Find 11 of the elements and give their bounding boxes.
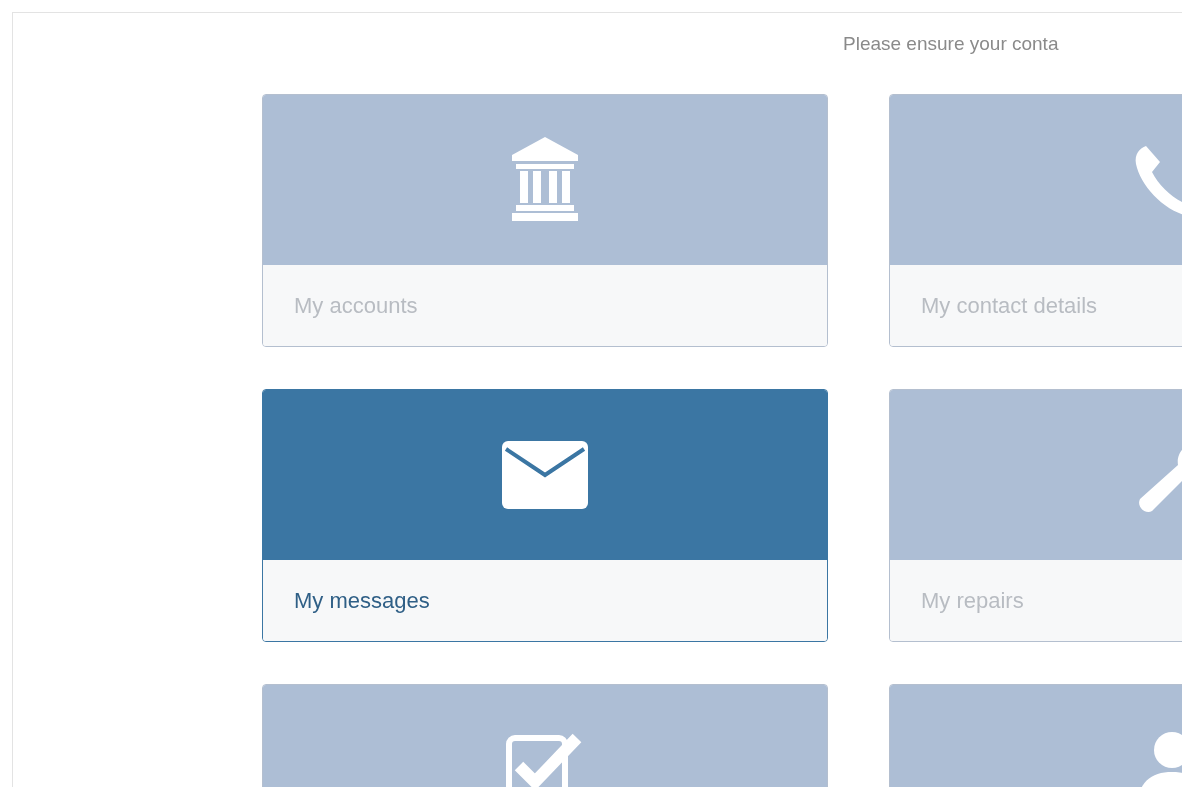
tile-label: My contact details <box>921 292 1098 320</box>
tile-label: My messages <box>294 587 430 615</box>
tile-label: My accounts <box>294 292 418 320</box>
bank-icon <box>512 137 578 223</box>
dashboard-tile[interactable]: My contact details <box>889 94 1182 347</box>
notice-text: Please ensure your conta <box>843 33 1059 54</box>
dashboard-tile[interactable]: My messages <box>262 389 828 642</box>
envelope-icon <box>502 441 588 509</box>
dashboard-tile[interactable]: My accounts <box>262 94 828 347</box>
tile-label: My repairs <box>921 587 1024 615</box>
dashboard-tile[interactable]: My repairs <box>889 389 1182 642</box>
